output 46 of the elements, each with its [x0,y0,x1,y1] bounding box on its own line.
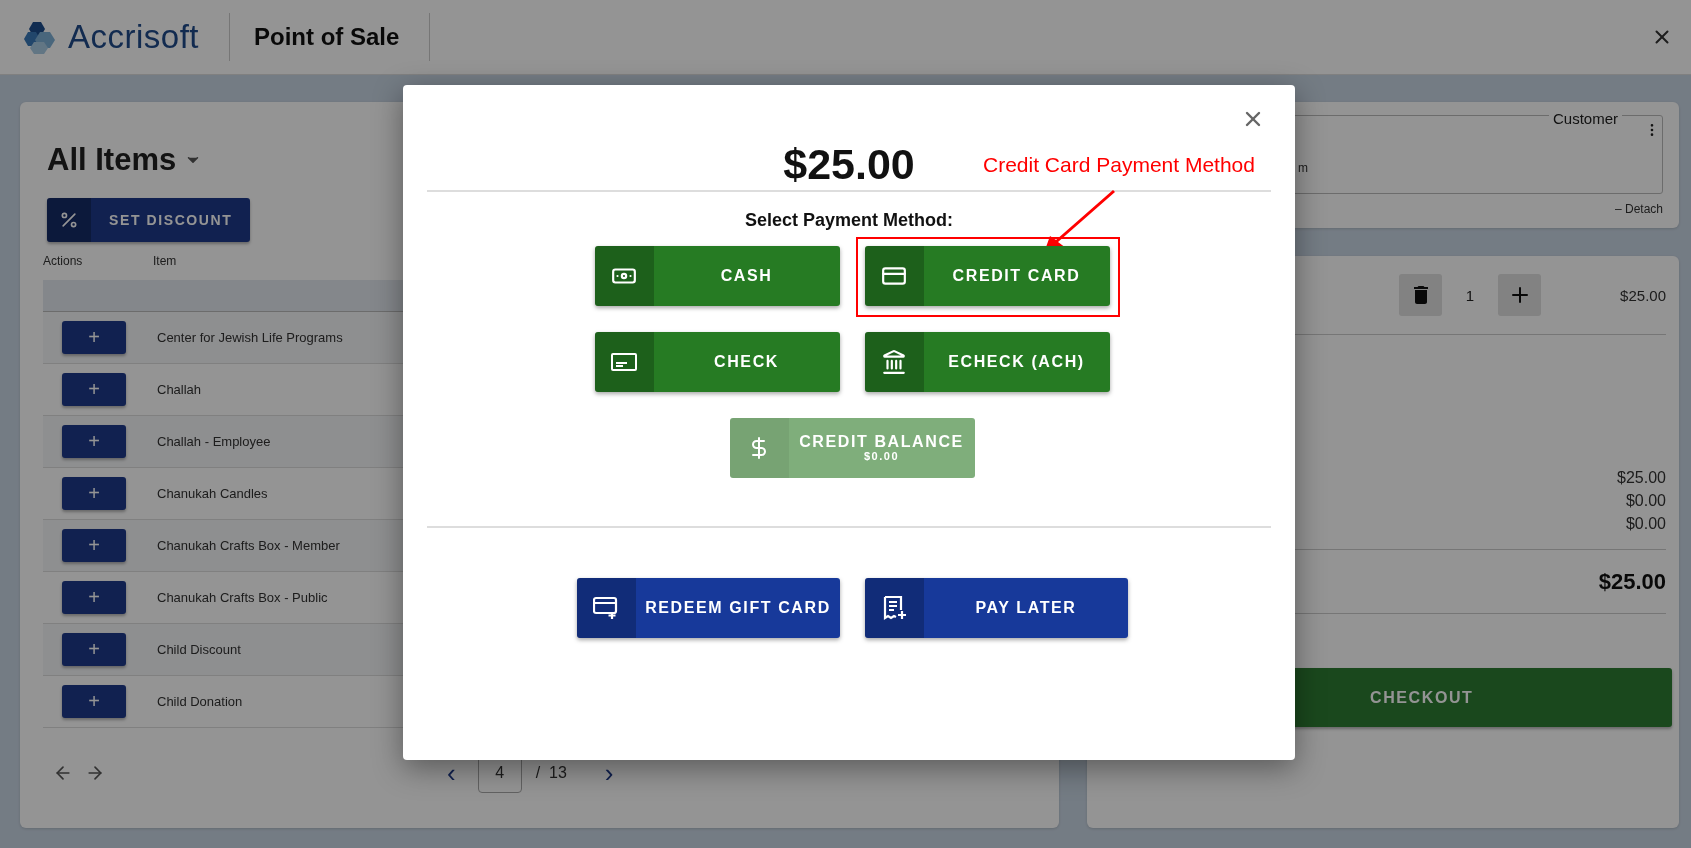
grand-total: $25.00 [1598,569,1666,595]
items-title: All Items [47,142,177,178]
set-discount-button[interactable]: SET DISCOUNT [47,198,251,242]
item-name: Chanukah Candles [157,486,268,501]
next-page-button[interactable]: › [604,760,614,786]
payment-method-button[interactable]: CASH [594,246,840,306]
total-value: $0.00 [1625,492,1666,510]
page-total: / 13 [535,764,567,782]
check-icon [611,353,637,371]
item-name: Chanukah Crafts Box - Member [157,538,340,553]
item-name: Center for Jewish Life Programs [157,330,343,345]
item-name: Child Discount [157,642,241,657]
line-price: $25.00 [1620,286,1666,304]
payment-method-button[interactable]: CHECK [594,332,840,392]
amount: $25.00 [783,140,915,190]
item-name: Chanukah Crafts Box - Public [157,590,328,605]
column-header: Actions [43,254,83,268]
app-title: Point of Sale [254,23,400,51]
detach-link[interactable]: – Detach [1614,202,1663,216]
bank-icon [881,349,907,375]
percent-icon [59,210,79,230]
delete-button[interactable] [1399,274,1442,316]
add-item-button[interactable]: + [62,633,126,666]
add-item-button[interactable]: + [62,373,126,406]
increase-button[interactable] [1498,274,1541,316]
receipt-plus-icon [881,595,908,621]
payment-prompt: Select Payment Method: [744,210,953,231]
add-item-button[interactable]: + [62,581,126,614]
add-item-button[interactable]: + [62,321,126,354]
payment-method-button[interactable]: ECHECK (ACH) [864,332,1110,392]
item-name: Challah - Employee [157,434,271,449]
add-item-button[interactable]: + [62,477,126,510]
add-item-button[interactable]: + [62,685,126,718]
payment-action-button[interactable]: REDEEM GIFT CARD [577,578,840,638]
item-name: Child Donation [157,694,243,709]
column-header: Item [153,254,177,268]
total-value: $25.00 [1617,469,1666,487]
item-name: Challah [157,382,202,397]
brand-name: Accrisoft [68,18,200,56]
payment-method-button[interactable]: CREDIT CARD [864,246,1110,306]
quantity: 1 [1464,286,1476,304]
add-item-button[interactable]: + [62,529,126,562]
total-value: $0.00 [1625,515,1666,533]
payment-action-button[interactable]: PAY LATER [865,578,1128,638]
previous-page-button[interactable]: ‹ [447,760,456,786]
add-item-button[interactable]: + [62,425,126,458]
